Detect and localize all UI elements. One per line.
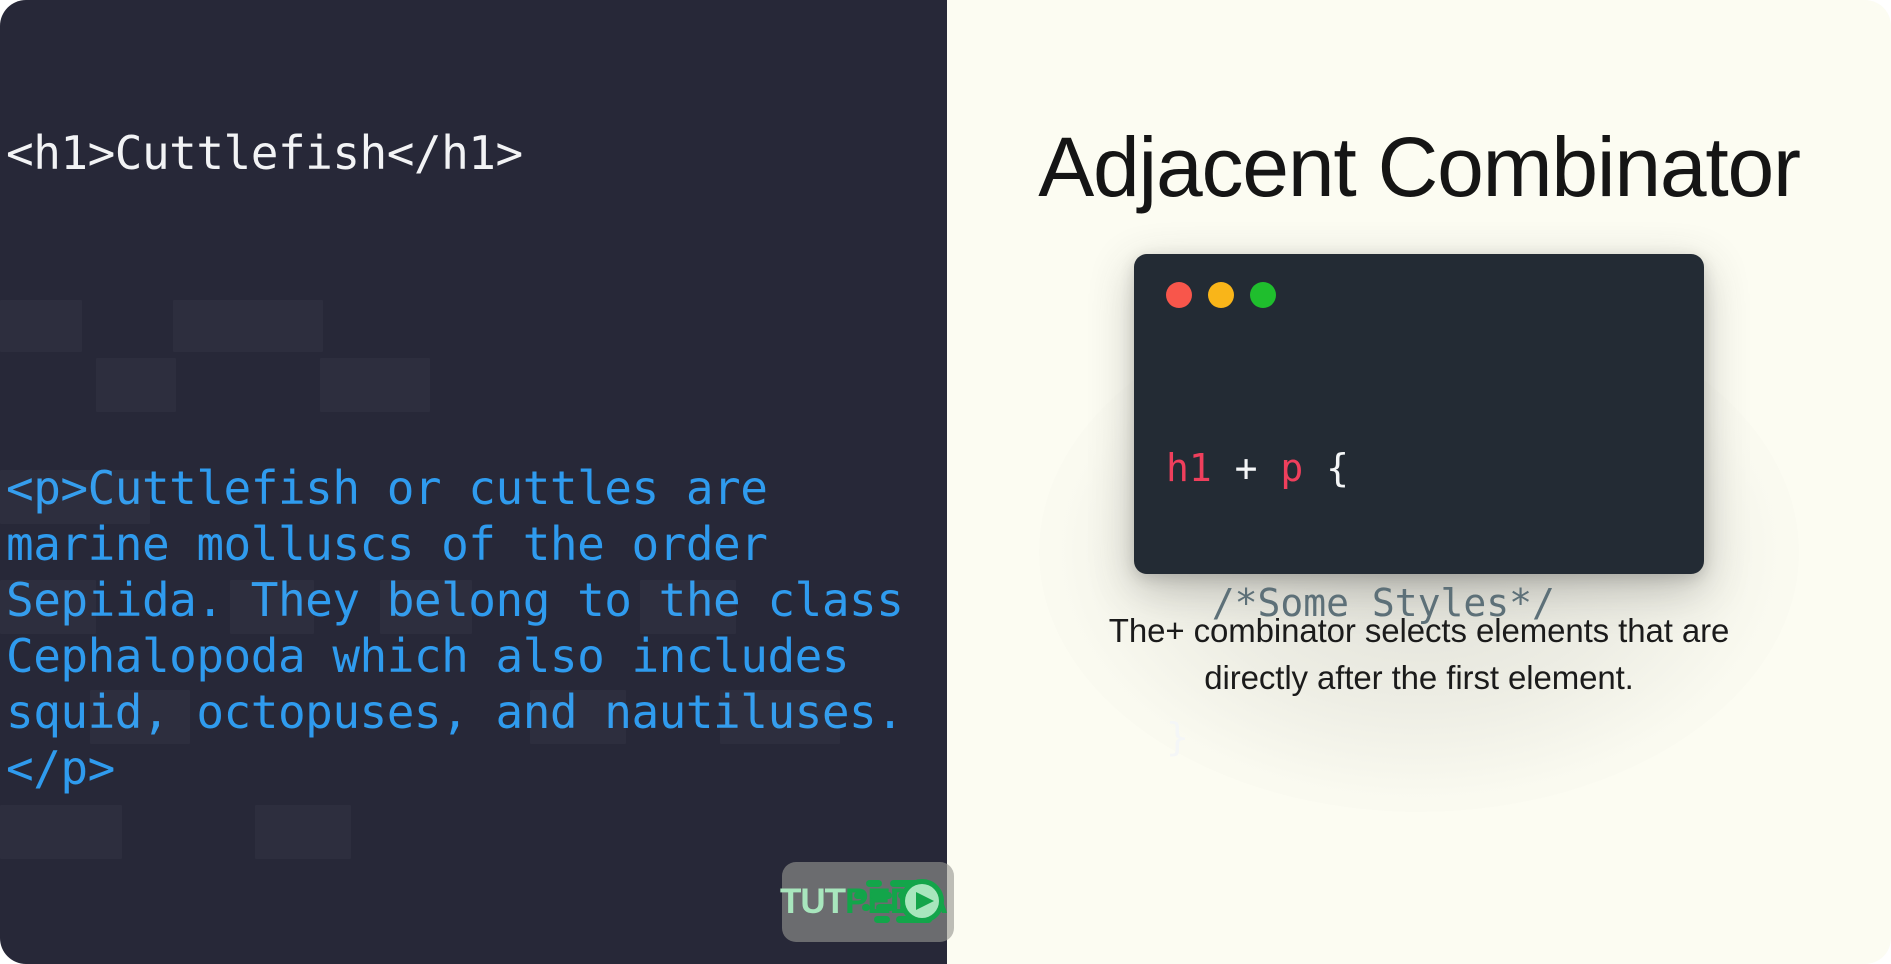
window-controls	[1166, 282, 1704, 309]
tutpedia-watermark: TUTPEDIA	[780, 862, 954, 942]
play-speed-icon	[854, 879, 944, 923]
code-text-block: <h1>Cuttlefish</h1> <p>Cuttlefish or cut…	[6, 14, 947, 964]
maximize-dot[interactable]	[1250, 282, 1276, 309]
lesson-description: The+ combinator selects elements that ar…	[1108, 612, 1730, 697]
close-dot[interactable]	[1166, 282, 1192, 309]
close-brace-line: }	[1166, 715, 1189, 760]
page-title: Adjacent Combinator	[1038, 120, 1801, 214]
css-rule-line: h1 + p {	[1166, 446, 1704, 491]
css-code-card: h1 + p { /*Some Styles*/ }	[1134, 254, 1704, 759]
watermark-tut: TUT	[780, 882, 846, 921]
css-snippet: h1 + p { /*Some Styles*/ }	[1166, 356, 1704, 849]
html-code-editor[interactable]: <h1>Cuttlefish</h1> <p>Cuttlefish or cut…	[0, 0, 947, 964]
minimize-dot[interactable]	[1208, 282, 1234, 309]
open-brace: {	[1303, 446, 1350, 491]
screenshot-root: <h1>Cuttlefish</h1> <p>Cuttlefish or cut…	[0, 0, 1891, 964]
code-line-paragraph-1: <p>Cuttlefish or cuttles are marine moll…	[6, 461, 931, 795]
combinator-plus: +	[1211, 446, 1281, 491]
selector-p: p	[1280, 446, 1304, 491]
lesson-panel: Adjacent Combinator h1 + p { /*Some Styl…	[947, 0, 1891, 964]
selector-h1: h1	[1166, 446, 1212, 491]
code-line-h1: <h1>Cuttlefish</h1>	[6, 125, 523, 180]
